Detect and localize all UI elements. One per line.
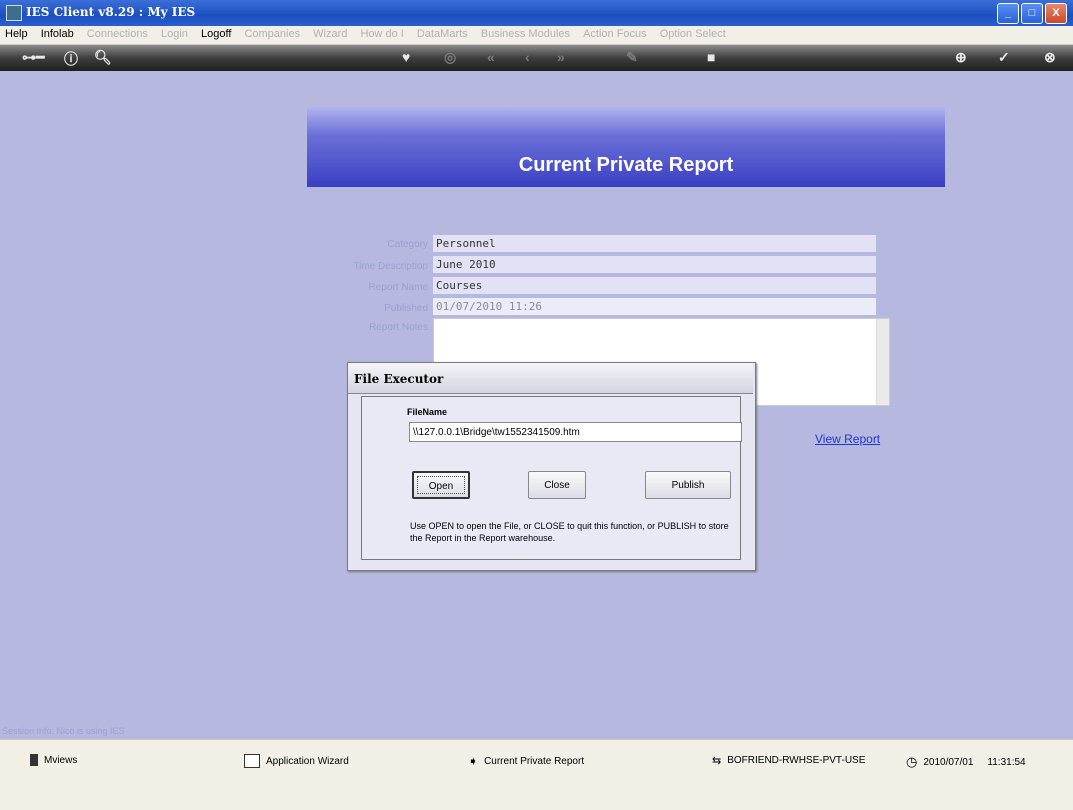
app-icon bbox=[6, 5, 22, 21]
status-current-report[interactable]: ➧ Current Private Report bbox=[468, 754, 584, 768]
window-controls: _ □ X bbox=[997, 3, 1067, 24]
status-date: 2010/07/01 bbox=[923, 756, 974, 768]
menu-infolab[interactable]: Infolab bbox=[36, 26, 79, 40]
session-info: Session Info: Nico is using IES bbox=[2, 726, 125, 736]
status-time: 11:31:54 bbox=[987, 756, 1026, 768]
open-button[interactable]: Open bbox=[412, 471, 470, 499]
status-views-label: Mviews bbox=[44, 754, 78, 766]
info-icon[interactable]: ⓘ bbox=[64, 49, 78, 69]
menu-bar: Help Infolab Connections Login Logoff Co… bbox=[0, 26, 1073, 45]
menu-help[interactable]: Help bbox=[0, 26, 33, 40]
close-window-button[interactable]: X bbox=[1045, 3, 1067, 24]
add-icon[interactable]: ⊕ bbox=[955, 49, 967, 66]
menu-companies[interactable]: Companies bbox=[239, 26, 305, 40]
time-description-field[interactable]: June 2010 bbox=[433, 256, 876, 273]
status-wizard[interactable]: Application Wizard bbox=[244, 754, 349, 768]
close-button[interactable]: Close bbox=[528, 471, 586, 499]
menu-datamarts[interactable]: DataMarts bbox=[412, 26, 473, 40]
menu-logoff[interactable]: Logoff bbox=[196, 26, 236, 40]
menu-how-do-i[interactable]: How do I bbox=[355, 26, 408, 40]
key-icon[interactable]: ⊶━ bbox=[22, 49, 44, 66]
filename-label: FileName bbox=[407, 407, 448, 417]
stop-icon[interactable]: ■ bbox=[707, 49, 715, 65]
dialog-help-text: Use OPEN to open the File, or CLOSE to q… bbox=[410, 521, 729, 543]
category-field[interactable]: Personnel bbox=[433, 235, 876, 252]
page-banner: Current Private Report bbox=[307, 107, 945, 187]
status-wizard-label: Application Wizard bbox=[266, 755, 349, 767]
menu-wizard[interactable]: Wizard bbox=[308, 26, 352, 40]
search-icon[interactable]: 🔍︎ bbox=[94, 49, 112, 66]
edit-icon[interactable]: ✎ bbox=[626, 49, 638, 66]
status-current-label: Current Private Report bbox=[484, 755, 585, 767]
wizard-icon bbox=[244, 754, 260, 768]
menu-login[interactable]: Login bbox=[156, 26, 193, 40]
menu-connections[interactable]: Connections bbox=[82, 26, 153, 40]
report-notes-label: Report Notes bbox=[369, 322, 428, 333]
maximize-button[interactable]: □ bbox=[1021, 3, 1043, 24]
menu-action-focus[interactable]: Action Focus bbox=[578, 26, 652, 40]
status-bar: Mviews Application Wizard ➧ Current Priv… bbox=[0, 739, 1073, 810]
menu-business-modules[interactable]: Business Modules bbox=[476, 26, 575, 40]
app-window: IES Client v8.29 : My IES _ □ X Help Inf… bbox=[0, 0, 1073, 810]
menu-option-select[interactable]: Option Select bbox=[655, 26, 731, 40]
category-label: Category bbox=[387, 239, 428, 250]
notes-scrollbar[interactable] bbox=[876, 319, 889, 405]
filename-input[interactable]: \\127.0.0.1\Bridge\tw1552341509.htm bbox=[409, 422, 742, 442]
status-connection: ⇆ BOFRIEND-RWHSE-PVT-USE bbox=[712, 754, 865, 767]
status-connection-label: BOFRIEND-RWHSE-PVT-USE bbox=[727, 755, 866, 766]
page-title: Current Private Report bbox=[518, 154, 734, 176]
report-arrow-icon: ➧ bbox=[468, 754, 479, 768]
refresh-icon[interactable]: ◎ bbox=[444, 49, 456, 66]
back-icon[interactable]: ‹ bbox=[525, 49, 530, 65]
published-field: 01/07/2010 11:26 bbox=[433, 298, 876, 315]
minimize-button[interactable]: _ bbox=[997, 3, 1019, 24]
heart-icon[interactable]: ♥ bbox=[402, 49, 410, 65]
connection-icon: ⇆ bbox=[712, 755, 722, 767]
window-title: IES Client v8.29 : My IES bbox=[26, 5, 196, 19]
forward-icon[interactable]: » bbox=[557, 49, 565, 65]
published-label: Published bbox=[384, 303, 428, 314]
dialog-title: File Executor bbox=[354, 372, 444, 386]
time-description-label: Time Description bbox=[353, 261, 428, 272]
status-views[interactable]: Mviews bbox=[30, 754, 77, 766]
dialog-body: FileName \\127.0.0.1\Bridge\tw1552341509… bbox=[361, 396, 742, 560]
toolbar: ⊶━ ⓘ 🔍︎ ♥ ◎ « ‹ » ✎ ■ ⊕ ✓ ⊗ bbox=[0, 45, 1073, 71]
title-bar: IES Client v8.29 : My IES _ □ X bbox=[0, 0, 1073, 26]
dialog-title-bar: File Executor bbox=[348, 363, 753, 394]
check-icon[interactable]: ✓ bbox=[998, 49, 1010, 66]
status-datetime: ◷ 2010/07/01 11:31:54 bbox=[906, 754, 1026, 770]
clock-icon: ◷ bbox=[906, 754, 918, 769]
report-name-field[interactable]: Courses bbox=[433, 277, 876, 294]
cancel-icon[interactable]: ⊗ bbox=[1044, 49, 1056, 66]
publish-button[interactable]: Publish bbox=[645, 471, 731, 499]
rewind-icon[interactable]: « bbox=[487, 49, 495, 65]
focus-ring bbox=[417, 476, 465, 494]
views-icon bbox=[30, 754, 38, 766]
file-executor-dialog: File Executor FileName \\127.0.0.1\Bridg… bbox=[347, 362, 756, 571]
report-name-label: Report Name bbox=[368, 282, 428, 293]
view-report-link[interactable]: View Report bbox=[815, 432, 880, 446]
